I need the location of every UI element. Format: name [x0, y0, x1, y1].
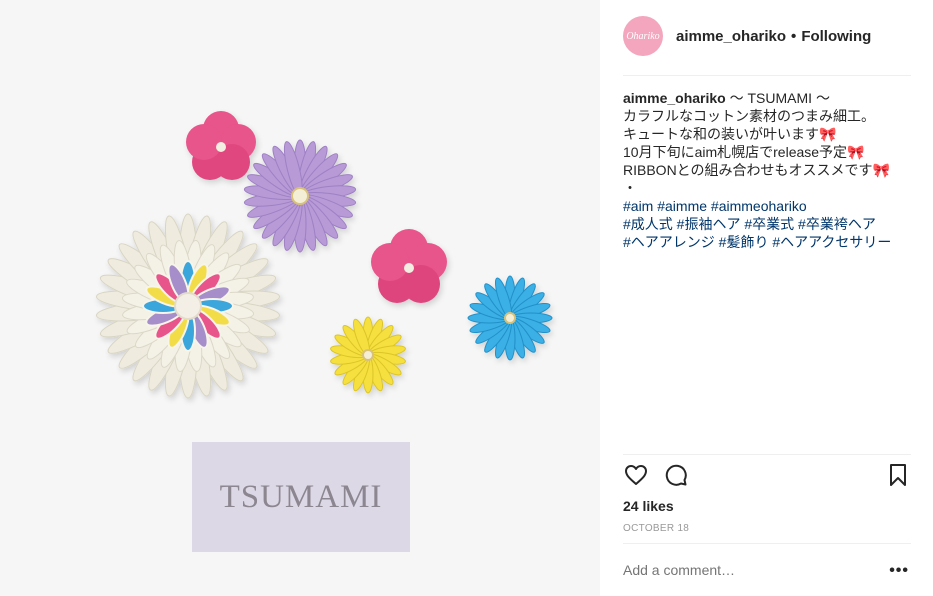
caption-username[interactable]: aimme_ohariko: [623, 90, 726, 106]
avatar[interactable]: Ohariko: [623, 16, 663, 56]
action-bar: [623, 462, 913, 492]
caption-line: カラフルなコットン素材のつまみ細工。: [623, 108, 875, 124]
comment-button[interactable]: [663, 462, 689, 488]
avatar-text: Ohariko: [626, 30, 660, 42]
hashtag-line[interactable]: #ヘアアレンジ #髪飾り #ヘアアクセサリー: [623, 233, 913, 251]
flower-center: [504, 312, 516, 324]
post-header: Ohariko aimme_ohariko • Following: [623, 16, 911, 56]
bookmark-icon: [890, 464, 906, 486]
purple-flower: [243, 139, 357, 253]
hashtag-line[interactable]: #aim #aimme #aimmeohariko: [623, 197, 913, 215]
more-options-icon[interactable]: •••: [889, 562, 909, 580]
likes-count[interactable]: 24 likes: [623, 498, 674, 514]
add-comment-input[interactable]: [623, 560, 913, 580]
card-text: TSUMAMI: [219, 478, 383, 515]
flower-center: [291, 187, 309, 205]
pink-flower-right: [371, 229, 447, 303]
hashtag-line[interactable]: #成人式 #振袖ヘア #卒業式 #卒業袴ヘア: [623, 215, 913, 233]
comment-divider: [623, 543, 911, 544]
large-cream-flower: [95, 213, 281, 399]
header-divider: [623, 75, 911, 76]
caption-title: 〜 TSUMAMI 〜: [725, 90, 830, 106]
actions-divider: [623, 454, 911, 455]
yellow-flower: [330, 316, 406, 394]
username-link[interactable]: aimme_ohariko: [676, 28, 786, 45]
caption-line: 10月下旬にaim札幌店でrelease予定🎀: [623, 144, 865, 160]
heart-icon: [625, 465, 647, 485]
post-date[interactable]: OCTOBER 18: [623, 523, 689, 534]
caption-first-line: aimme_ohariko 〜 TSUMAMI 〜: [623, 89, 913, 107]
tsumami-card: TSUMAMI: [192, 442, 410, 552]
caption-line: ・: [623, 180, 637, 196]
flower-center: [174, 292, 202, 320]
caption: aimme_ohariko 〜 TSUMAMI 〜 カラフルなコットン素材のつま…: [623, 89, 913, 251]
comment-icon: [665, 464, 687, 486]
like-button[interactable]: [623, 462, 649, 488]
flower-center: [362, 349, 374, 361]
separator-dot: •: [791, 27, 797, 45]
blue-flower: [467, 275, 553, 361]
post-image[interactable]: TSUMAMI: [0, 0, 600, 596]
following-button[interactable]: Following: [801, 28, 871, 45]
save-button[interactable]: [885, 462, 911, 488]
pink-flower-top: [186, 111, 256, 180]
post-panel: Ohariko aimme_ohariko • Following aimme_…: [600, 0, 933, 596]
caption-line: RIBBONとの組み合わせもオススメです🎀: [623, 162, 890, 178]
caption-line: キュートな和の装いが叶います🎀: [623, 126, 837, 142]
